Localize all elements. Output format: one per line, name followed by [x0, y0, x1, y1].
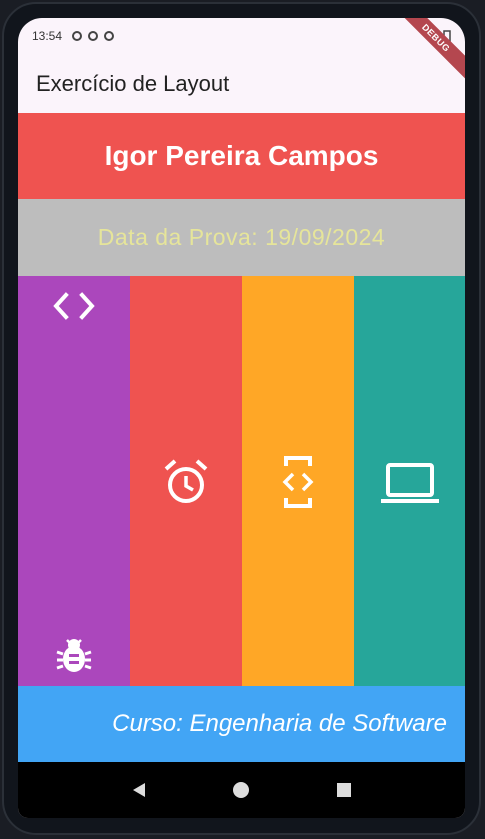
app-bar: Exercício de Layout — [18, 54, 465, 113]
bug-icon — [56, 639, 92, 672]
code-icon — [53, 292, 95, 320]
name-header: Igor Pereira Campos — [18, 113, 465, 199]
app-bar-title: Exercício de Layout — [36, 70, 230, 96]
status-bar: 13:54 — [18, 18, 465, 54]
phone-frame: 13:54 DEBUG Exercício de Layout Igor Per… — [2, 2, 481, 835]
system-navigation-bar — [18, 762, 465, 818]
alarm-icon — [164, 459, 208, 503]
exam-date-bar: Data da Prova: 19/09/2024 — [18, 199, 465, 276]
sync-status-icon — [104, 31, 115, 41]
course-footer: Curso: Engenharia de Software — [18, 686, 465, 762]
recents-button[interactable] — [332, 778, 356, 802]
home-button[interactable] — [229, 778, 253, 802]
back-button[interactable] — [127, 778, 151, 802]
icon-columns — [18, 276, 465, 686]
shield-status-icon — [88, 31, 99, 41]
column-teal — [354, 276, 465, 686]
developer-mode-icon — [282, 456, 314, 508]
column-orange — [242, 276, 354, 686]
course-text: Curso: Engenharia de Software — [112, 710, 447, 737]
laptop-icon — [381, 463, 439, 503]
back-icon — [133, 783, 146, 797]
home-icon — [233, 782, 250, 798]
app-screen: 13:54 DEBUG Exercício de Layout Igor Per… — [18, 18, 465, 818]
recents-icon — [336, 783, 351, 797]
settings-status-icon — [72, 31, 83, 41]
exam-date-text: Data da Prova: 19/09/2024 — [97, 224, 386, 250]
column-red — [130, 276, 242, 686]
column-purple — [18, 276, 130, 686]
student-name: Igor Pereira Campos — [104, 140, 379, 171]
status-time: 13:54 — [32, 29, 63, 43]
